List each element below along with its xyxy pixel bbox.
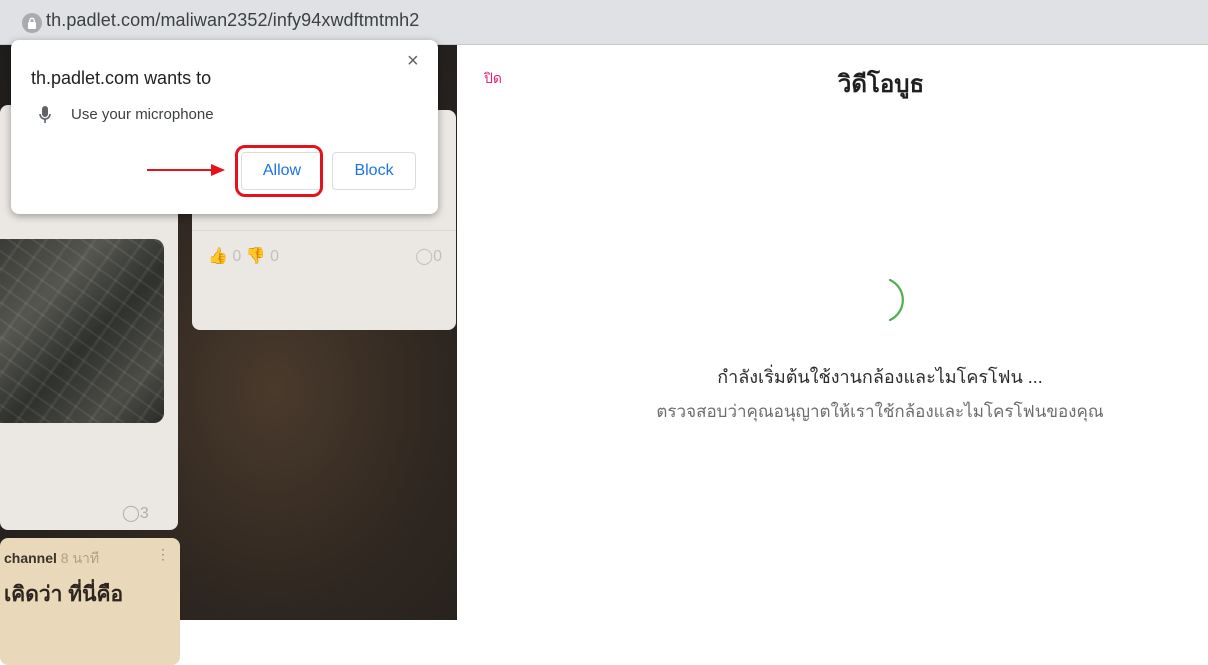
status-message: กำลังเริ่มต้นใช้งานกล้องและไมโครโฟน ... [717, 367, 1043, 387]
post-time: 8 นาที [60, 550, 100, 566]
permission-popup: th.padlet.com wants to × Use your microp… [11, 40, 438, 214]
allow-highlight-box [235, 145, 323, 197]
padlet-post-card[interactable]: channel 8 นาที ⋮ เคิดว่า ที่นี่คือ [0, 538, 180, 665]
url-text[interactable]: th.padlet.com/maliwan2352/infy94xwdftmtm… [46, 10, 419, 31]
post-author: channel 8 นาที [4, 550, 100, 566]
spinner-icon [888, 278, 904, 322]
comment-count: ◯3 [122, 505, 149, 522]
popup-title: th.padlet.com wants to [31, 68, 212, 88]
close-link[interactable]: ปิด [484, 68, 502, 90]
more-icon[interactable]: ⋮ [156, 546, 170, 563]
map-image [0, 239, 164, 423]
browser-address-bar: th.padlet.com/maliwan2352/infy94xwdftmtm… [0, 0, 1208, 45]
card-divider [192, 230, 456, 231]
red-arrow-icon [147, 164, 225, 176]
comment-count: ◯0 [415, 248, 442, 265]
lock-icon[interactable] [22, 13, 42, 33]
thumbs-down-icon: 👎 [245, 248, 266, 265]
comment-icon: ◯ [415, 248, 434, 265]
comment-icon: ◯ [122, 505, 140, 522]
reactions: 👍 0 👎 0 [208, 248, 280, 265]
permission-text: Use your microphone [71, 106, 214, 123]
block-button[interactable]: Block [332, 152, 416, 190]
panel-title: วิดีโอบูธ [837, 71, 925, 98]
hint-message: ตรวจสอบว่าคุณอนุญาตให้เราใช้กล้องและไมโค… [656, 402, 1104, 421]
thumbs-up-icon: 👍 [208, 248, 228, 265]
close-icon[interactable]: × [407, 50, 419, 73]
microphone-icon [39, 106, 51, 129]
post-body: เคิดว่า ที่นี่คือ [4, 583, 124, 606]
